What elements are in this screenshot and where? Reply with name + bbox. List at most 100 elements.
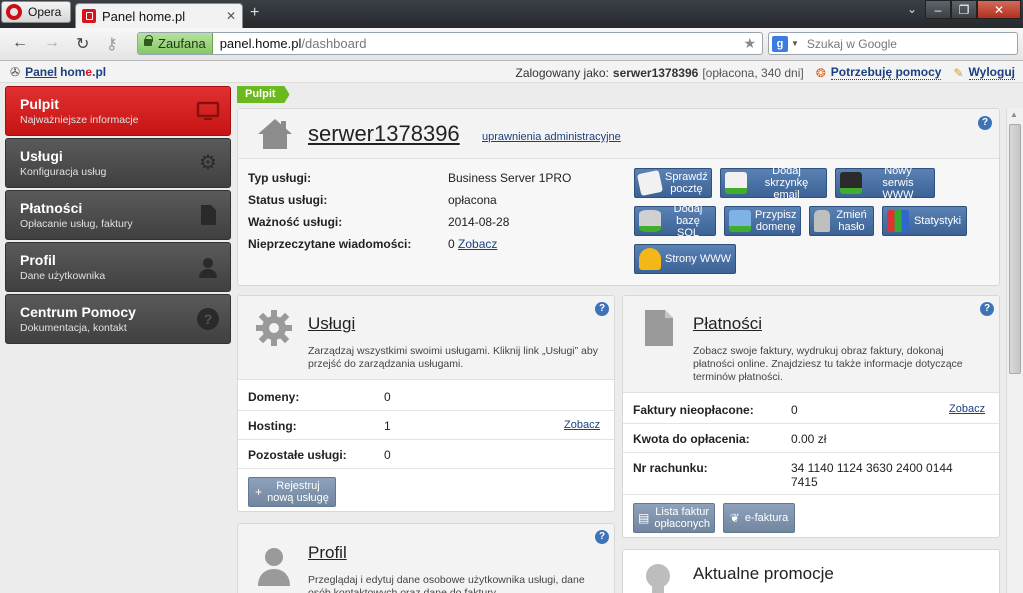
panel-logo[interactable]: ✇ Panel home.pl xyxy=(10,65,106,79)
bookmark-star-icon[interactable]: ★ xyxy=(743,35,756,52)
sidebar-item-subtitle: Opłacanie usług, faktury xyxy=(20,218,133,230)
service-validity-value: 2014-08-28 xyxy=(448,215,510,229)
new-tab-button[interactable]: + xyxy=(250,4,259,22)
sidebar-item-subtitle: Najważniejsze informacje xyxy=(20,114,139,126)
assign-domain-line2: domenę xyxy=(755,221,796,233)
scrollbar-thumb[interactable] xyxy=(1009,124,1021,374)
gear-large-icon xyxy=(254,308,294,351)
server-name[interactable]: serwer1378396 xyxy=(308,121,460,147)
admin-rights-link[interactable]: uprawnienia administracyjne xyxy=(482,131,621,143)
sidebar-item-uslugi[interactable]: Usługi Konfiguracja usług ⚙ xyxy=(5,138,231,188)
question-icon: ? xyxy=(196,307,220,331)
payments-description: Zobacz swoje faktury, wydrukuj obraz fak… xyxy=(693,345,963,383)
browser-tab[interactable]: Panel home.pl ✕ xyxy=(75,3,243,28)
sidebar-item-pulpit[interactable]: Pulpit Najważniejsze informacje xyxy=(5,86,231,136)
payments-title[interactable]: Płatności xyxy=(693,314,762,334)
url-path: /dashboard xyxy=(301,36,367,51)
domains-value: 0 xyxy=(384,390,391,404)
unpaid-invoices-label: Faktury nieopłacone: xyxy=(633,403,754,417)
add-mailbox-line1: Dodaj xyxy=(772,165,801,177)
services-panel: Usługi ? Zarządzaj wszystkimi swoimi usł… xyxy=(237,295,615,512)
maximize-button[interactable]: ❐ xyxy=(951,0,977,19)
username: serwer1378396 xyxy=(612,65,699,80)
check-mail-button[interactable]: Sprawdź pocztę xyxy=(634,168,712,198)
user-info: Zalogowany jako: serwer1378396 [opłacona… xyxy=(516,65,1015,80)
logo-home-text: home.pl xyxy=(60,65,106,79)
websites-button[interactable]: Strony WWW xyxy=(634,244,736,274)
stats-icon xyxy=(887,210,909,232)
domains-label: Domeny: xyxy=(248,390,300,404)
new-site-icon xyxy=(840,172,862,194)
back-arrow-icon[interactable]: ← xyxy=(12,34,28,52)
key-icon[interactable]: ⚷ xyxy=(106,34,118,54)
sidebar-item-title: Centrum Pomocy xyxy=(20,304,136,320)
help-question-icon[interactable]: ? xyxy=(595,302,609,316)
add-mailbox-icon xyxy=(725,172,747,194)
statistics-button[interactable]: Statystyki xyxy=(882,206,967,236)
assign-domain-line1: Przypisz xyxy=(755,209,797,221)
unpaid-invoices-see-link[interactable]: Zobacz xyxy=(949,403,985,415)
logo-home-b: .pl xyxy=(92,65,107,79)
page-scrollbar[interactable]: ▲ xyxy=(1006,108,1023,593)
change-password-line2: hasło xyxy=(838,221,865,233)
help-question-icon[interactable]: ? xyxy=(978,116,992,130)
hosting-see-link[interactable]: Zobacz xyxy=(564,419,600,431)
service-status-value: opłacona xyxy=(448,193,497,207)
change-password-button[interactable]: Zmień hasło xyxy=(809,206,874,236)
sidebar: Pulpit Najważniejsze informacje Usługi K… xyxy=(5,86,231,346)
sidebar-item-platnosci[interactable]: Płatności Opłacanie usług, faktury xyxy=(5,190,231,240)
services-description: Zarządzaj wszystkimi swoimi usługami. Kl… xyxy=(308,345,598,370)
promotions-title: Aktualne promocje xyxy=(693,564,834,583)
e-invoice-button[interactable]: ❦ e-faktura xyxy=(723,503,795,533)
scroll-up-icon[interactable]: ▲ xyxy=(1010,110,1018,119)
row-divider xyxy=(238,410,614,411)
new-website-line1: Nowy xyxy=(884,165,912,177)
logo-home-a: hom xyxy=(60,65,86,79)
logout-link[interactable]: Wyloguj xyxy=(968,65,1015,80)
tab-close-icon[interactable]: ✕ xyxy=(226,9,236,23)
paid-invoices-list-button[interactable]: ▤ Lista faktur opłaconych xyxy=(633,503,715,533)
other-services-value: 0 xyxy=(384,448,391,462)
site-header: ✇ Panel home.pl Zalogowany jako: serwer1… xyxy=(0,61,1023,83)
unread-see-link[interactable]: Zobacz xyxy=(458,237,497,251)
trusted-site-badge[interactable]: Zaufana xyxy=(138,33,213,54)
help-link[interactable]: Potrzebuję pomocy xyxy=(830,65,942,80)
breadcrumb[interactable]: Pulpit xyxy=(237,86,290,103)
assign-domain-button[interactable]: Przypisz domenę xyxy=(724,206,801,236)
new-website-button[interactable]: Nowy serwis WWW xyxy=(835,165,935,201)
help-question-icon[interactable]: ? xyxy=(595,530,609,544)
reload-icon[interactable]: ↻ xyxy=(76,34,89,54)
domain-icon xyxy=(729,210,751,232)
add-mailbox-button[interactable]: Dodaj skrzynkę email xyxy=(720,165,827,201)
server-panel: serwer1378396 uprawnienia administracyjn… xyxy=(237,108,1000,286)
sidebar-item-centrum-pomocy[interactable]: Centrum Pomocy Dokumentacja, kontakt ? xyxy=(5,294,231,344)
add-sql-button[interactable]: Dodaj bazę SQL xyxy=(634,203,716,239)
paid-list-line2: opłaconych xyxy=(654,518,710,530)
change-password-line1: Zmień xyxy=(836,209,867,221)
opera-menu-button[interactable]: Opera xyxy=(1,1,71,23)
register-service-button[interactable]: + Rejestruj nową usługę xyxy=(248,477,336,507)
database-icon xyxy=(639,210,661,232)
services-title[interactable]: Usługi xyxy=(308,314,355,334)
tab-list-icon[interactable]: ⌄ xyxy=(899,0,925,19)
minimize-button[interactable]: – xyxy=(925,0,951,19)
lifebuoy-icon: ❂ xyxy=(815,65,826,80)
leaf-icon: ❦ xyxy=(729,511,740,525)
sidebar-item-profil[interactable]: Profil Dane użytkownika xyxy=(5,242,231,292)
help-question-icon[interactable]: ? xyxy=(980,302,994,316)
service-type-value: Business Server 1PRO xyxy=(448,171,572,185)
close-window-button[interactable]: ✕ xyxy=(977,0,1021,19)
hosting-label: Hosting: xyxy=(248,419,297,433)
logout-icon: ✎ xyxy=(953,65,964,80)
register-line1: Rejestruj xyxy=(276,480,320,492)
profile-title[interactable]: Profil xyxy=(308,543,347,563)
search-engine-dropdown-icon[interactable]: ▼ xyxy=(791,39,799,48)
account-status: [opłacona, 340 dni] xyxy=(702,65,804,80)
unpaid-invoices-value: 0 xyxy=(791,403,798,417)
monitor-icon xyxy=(196,99,220,123)
address-field[interactable]: Zaufana panel.home.pl /dashboard ★ xyxy=(137,32,763,55)
forward-arrow-icon[interactable]: → xyxy=(44,34,60,52)
window-controls: ⌄ – ❐ ✕ xyxy=(899,0,1021,19)
search-field[interactable]: g ▼ Szukaj w Google xyxy=(768,32,1018,55)
tab-title: Panel home.pl xyxy=(102,8,186,24)
